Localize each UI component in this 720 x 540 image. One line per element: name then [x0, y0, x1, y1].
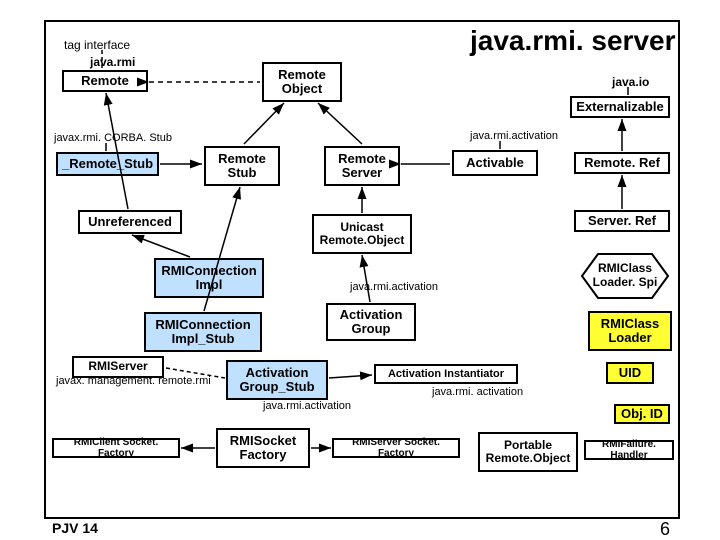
label-activation-1: java.rmi.activation: [470, 130, 558, 142]
box-remote-object: Remote Object: [262, 62, 342, 102]
box-remote-server: Remote Server: [324, 146, 400, 186]
box-activation-group-stub: Activation Group_Stub: [226, 360, 328, 400]
box-server-ref: Server. Ref: [574, 210, 670, 232]
box-portable-remote-object: Portable Remote.Object: [478, 432, 578, 472]
text-act-group-stub: Activation Group_Stub: [230, 366, 324, 395]
label-activation-4: java.rmi.activation: [263, 400, 351, 412]
text-rmi-class-loader: RMIClass Loader: [592, 317, 668, 346]
footer-left: PJV 14: [52, 520, 98, 536]
box-rmi-socket-factory: RMISocket Factory: [216, 428, 310, 468]
label-activation-3: java.rmi. activation: [432, 386, 523, 398]
box-rmi-server: RMIServer: [72, 356, 164, 378]
hex-rmi-class-loader-spi: RMIClass Loader. Spi: [570, 252, 680, 300]
box-rmi-failure-handler: RMIFailure. Handler: [584, 440, 674, 460]
svg-text:RMIClass: RMIClass: [598, 261, 652, 275]
box-remote: Remote: [62, 70, 148, 92]
label-java-io: java.io: [612, 75, 649, 89]
label-corba-stub: javax.rmi. CORBA. Stub: [54, 132, 172, 144]
box-unreferenced: Unreferenced: [78, 210, 182, 234]
page-title: java.rmi. server: [470, 25, 676, 57]
text-unicast: Unicast Remote.Object: [316, 221, 408, 247]
footer-right: 6: [660, 519, 670, 540]
box-rmi-class-loader: RMIClass Loader: [588, 311, 672, 351]
box-rmi-connection-impl-stub: RMIConnection Impl_Stub: [144, 312, 262, 352]
svg-text:Loader. Spi: Loader. Spi: [593, 275, 658, 289]
label-tag-interface: tag interface: [64, 38, 130, 52]
box-unicast-remote-object: Unicast Remote.Object: [312, 214, 412, 254]
box-remote-ref: Remote. Ref: [574, 152, 670, 174]
box-activation-instantiator: Activation Instantiator: [374, 364, 518, 384]
box-activable: Activable: [452, 150, 538, 176]
label-java-rmi: java.rmi: [90, 55, 135, 69]
box-rmi-server-socket-factory: RMIServer Socket. Factory: [332, 438, 460, 458]
box-activation-group: Activation Group: [326, 303, 416, 341]
box-remote-stub-u: _Remote_Stub: [56, 152, 159, 176]
box-obj-id: Obj. ID: [614, 404, 670, 424]
box-rmi-connection-impl: RMIConnection Impl: [154, 258, 264, 298]
box-uid: UID: [606, 362, 654, 384]
box-rmi-client-socket-factory: RMIClient Socket. Factory: [52, 438, 180, 458]
text-rmi-socket-factory: RMISocket Factory: [220, 434, 306, 463]
text-rmi-conn-impl-stub: RMIConnection Impl_Stub: [148, 318, 258, 347]
label-activation-2: java.rmi.activation: [350, 281, 438, 293]
box-remote-stub: Remote Stub: [204, 146, 280, 186]
box-externalizable: Externalizable: [570, 96, 670, 118]
text-portable: Portable Remote.Object: [482, 439, 574, 465]
text-rmi-conn-impl: RMIConnection Impl: [158, 264, 260, 293]
